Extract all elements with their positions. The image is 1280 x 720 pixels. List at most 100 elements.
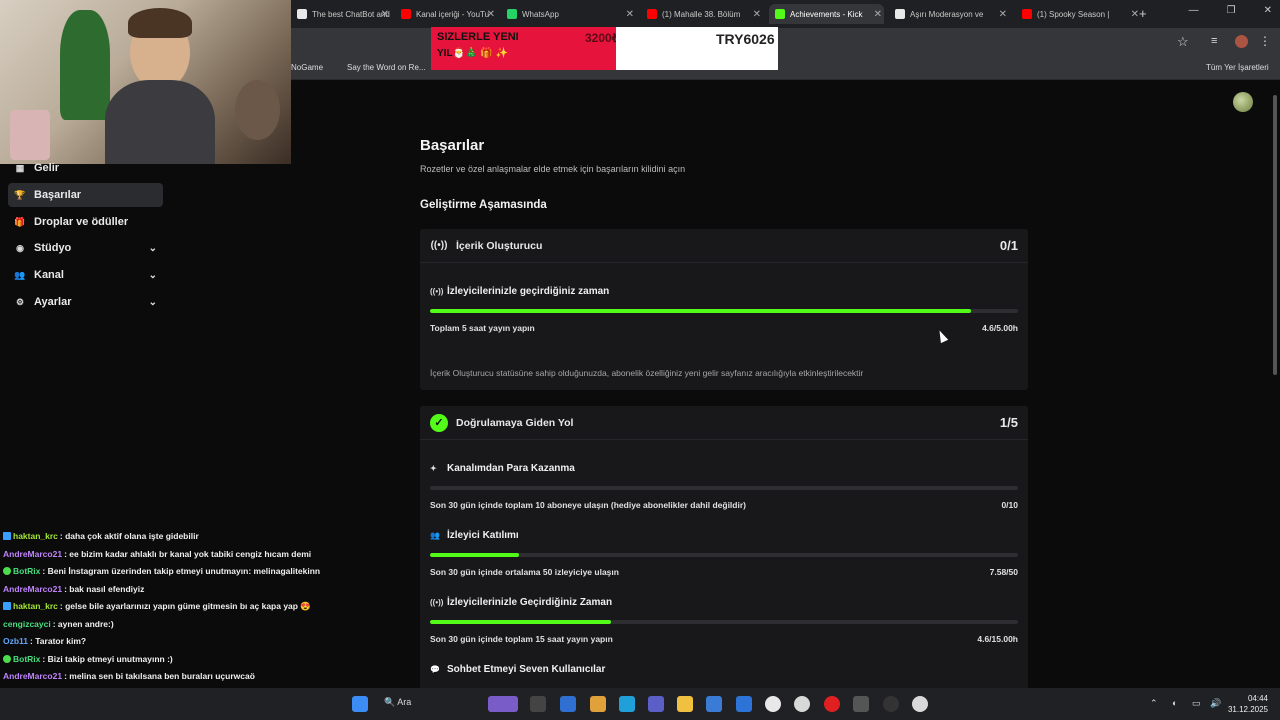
bot-badge-icon	[3, 567, 11, 575]
tab-close-icon[interactable]: ✕	[487, 9, 495, 20]
studio-icon: ◉	[16, 242, 24, 253]
app-icon-2[interactable]	[853, 696, 869, 712]
chat-text: : Bizi takip etmeyi unutmayınn :)	[42, 653, 173, 664]
clock-time: 04:44	[1247, 694, 1268, 703]
goal-progress-bar	[430, 553, 1018, 557]
card-header: ✓ Doğrulamaya Giden Yol 1/5	[420, 406, 1028, 440]
tab-label: Kanal içeriği - YouTu	[416, 9, 490, 19]
file-explorer-icon[interactable]	[677, 696, 693, 712]
obs-icon[interactable]	[883, 696, 899, 712]
volume-icon[interactable]: 🔊	[1210, 698, 1221, 709]
taskbar-search[interactable]: 🔍 Ara	[384, 697, 411, 708]
goal-title: İzleyicilerinizle Geçirdiğiniz Zaman	[447, 597, 613, 608]
broadcast-icon: ((•))	[430, 240, 448, 251]
tray-icon[interactable]: ◐	[1172, 698, 1177, 708]
chat-username[interactable]: AndreMarco21	[3, 671, 62, 681]
close-window-icon[interactable]: ✕	[1264, 5, 1272, 16]
promo-line-2: YIL🎅🎄 🎁 ✨	[437, 48, 508, 59]
task-view-icon[interactable]	[530, 696, 546, 712]
windows-start-icon[interactable]	[352, 696, 368, 712]
chat-username[interactable]: AndreMarco21	[3, 584, 62, 594]
user-avatar[interactable]	[1233, 92, 1253, 112]
chat-username[interactable]: AndreMarco21	[3, 549, 62, 559]
promo-price: 3200₺	[585, 31, 620, 45]
app-icon[interactable]	[706, 696, 722, 712]
tray-chevron-icon[interactable]: ⌃	[1150, 698, 1158, 709]
sidebar-item[interactable]: 🎁 Droplar ve ödüller	[8, 210, 163, 234]
reading-list-icon[interactable]: ≡	[1211, 35, 1217, 47]
bookmark-item[interactable]: Say the Word on Re...	[347, 63, 426, 72]
bookmark-item[interactable]: Tüm Yer İşaretleri	[1206, 63, 1269, 72]
achievement-card-verification: ✓ Doğrulamaya Giden Yol 1/5 ✦ Kanalımdan …	[420, 406, 1028, 696]
goal-title: Sohbet Etmeyi Seven Kullanıcılar	[447, 664, 606, 675]
browser-tab[interactable]: Kanal içeriği - YouTu ✕	[395, 4, 497, 24]
chrome-profile-icon[interactable]	[794, 696, 810, 712]
tab-close-icon[interactable]: ✕	[626, 9, 634, 20]
goal-progress-bar	[430, 486, 1018, 490]
chat-username[interactable]: BotRix	[13, 566, 40, 576]
page-scrollbar[interactable]	[1273, 95, 1277, 375]
tab-close-icon[interactable]: ✕	[381, 9, 389, 20]
goal-progress-fill	[430, 620, 611, 624]
sidebar-item[interactable]: 🏆 Başarılar	[8, 183, 163, 207]
browser-tab[interactable]: WhatsApp ✕	[501, 4, 636, 24]
tab-close-icon[interactable]: ✕	[999, 9, 1007, 20]
mail-icon[interactable]	[736, 696, 752, 712]
media-player-icon[interactable]	[824, 696, 840, 712]
maximize-icon[interactable]: ❐	[1227, 5, 1236, 16]
chat-username[interactable]: Ozb11	[3, 636, 28, 646]
chat-username[interactable]: cengizcayci	[3, 619, 51, 629]
chrome-icon-2[interactable]	[912, 696, 928, 712]
teams-icon[interactable]	[648, 696, 664, 712]
browser-menu-icon[interactable]: ⋮	[1259, 34, 1271, 48]
chat-username[interactable]: BotRix	[13, 654, 40, 664]
chat-text: : bak nasıl efendiyiz	[64, 583, 145, 594]
tab-close-icon[interactable]: ✕	[1131, 9, 1139, 20]
sidebar-item[interactable]: ▦ Gelir	[8, 156, 163, 180]
profile-avatar[interactable]	[1235, 35, 1248, 48]
sidebar-item[interactable]: ◉ Stüdyo ⌄	[8, 236, 163, 260]
bookmark-star-icon[interactable]: ☆	[1177, 34, 1189, 50]
new-tab-icon[interactable]: +	[1139, 6, 1147, 21]
edge-icon[interactable]	[619, 696, 635, 712]
tab-favicon-icon	[647, 9, 657, 19]
sidebar-item[interactable]: 👥 Kanal ⌄	[8, 263, 163, 287]
store-icon[interactable]	[560, 696, 576, 712]
browser-tab[interactable]: Aşırı Moderasyon ve ✕	[889, 4, 1009, 24]
chat-username[interactable]: haktan_krc	[13, 531, 58, 541]
network-icon[interactable]: ▭	[1192, 698, 1201, 709]
stream-promo-banner: SIZLERLE YENI YIL🎅🎄 🎁 ✨ 3200₺	[431, 27, 620, 70]
bookmark-item[interactable]: NoGame	[291, 63, 323, 72]
chevron-down-icon[interactable]: ⌄	[149, 297, 157, 308]
card-title: Doğrulamaya Giden Yol	[456, 416, 574, 429]
chat-username[interactable]: haktan_krc	[13, 601, 58, 611]
chat-icon: 💬	[430, 665, 440, 674]
minimize-icon[interactable]: —	[1189, 5, 1199, 16]
browser-tab[interactable]: (1) Spooky Season | ✕	[1016, 4, 1141, 24]
chat-text: : daha çok aktif olana işte gidebilir	[59, 531, 199, 541]
card-count: 0/1	[999, 238, 1018, 253]
chat-message: AndreMarco21: bak nasıl efendiyiz	[3, 584, 144, 594]
broadcast-small-icon: ((•))	[430, 287, 444, 296]
browser-tab[interactable]: The best ChatBot and ✕	[291, 4, 391, 24]
tab-label: (1) Spooky Season |	[1037, 9, 1110, 19]
chat-message: BotRix: Beni İnstagram üzerinden takip e…	[3, 566, 320, 576]
browser-tab[interactable]: (1) Mahalle 38. Bölüm ✕	[641, 4, 763, 24]
goal-item: ((•)) İzleyicilerinizle Geçirdiğiniz Zama…	[430, 597, 1018, 644]
tab-close-icon[interactable]: ✕	[753, 9, 761, 20]
chrome-icon[interactable]	[765, 696, 781, 712]
chart-icon: ▦	[15, 162, 25, 173]
page-title: Başarılar	[420, 137, 485, 154]
copilot-icon[interactable]	[590, 696, 606, 712]
goal-value: 7.58/50	[989, 567, 1018, 577]
taskbar-clock[interactable]: 04:44 31.12.2025	[1228, 693, 1268, 715]
tab-favicon-icon	[1022, 9, 1032, 19]
widgets-icon[interactable]	[488, 696, 518, 712]
tab-close-icon[interactable]: ✕	[874, 9, 882, 20]
tab-label: Achievements - Kick	[790, 9, 863, 19]
browser-tab[interactable]: Achievements - Kick ✕	[769, 4, 884, 24]
chevron-down-icon[interactable]: ⌄	[149, 270, 157, 281]
sidebar-item[interactable]: ⚙ Ayarlar ⌄	[8, 290, 163, 314]
goal-progress-bar	[430, 309, 1018, 313]
chevron-down-icon[interactable]: ⌄	[149, 243, 157, 254]
